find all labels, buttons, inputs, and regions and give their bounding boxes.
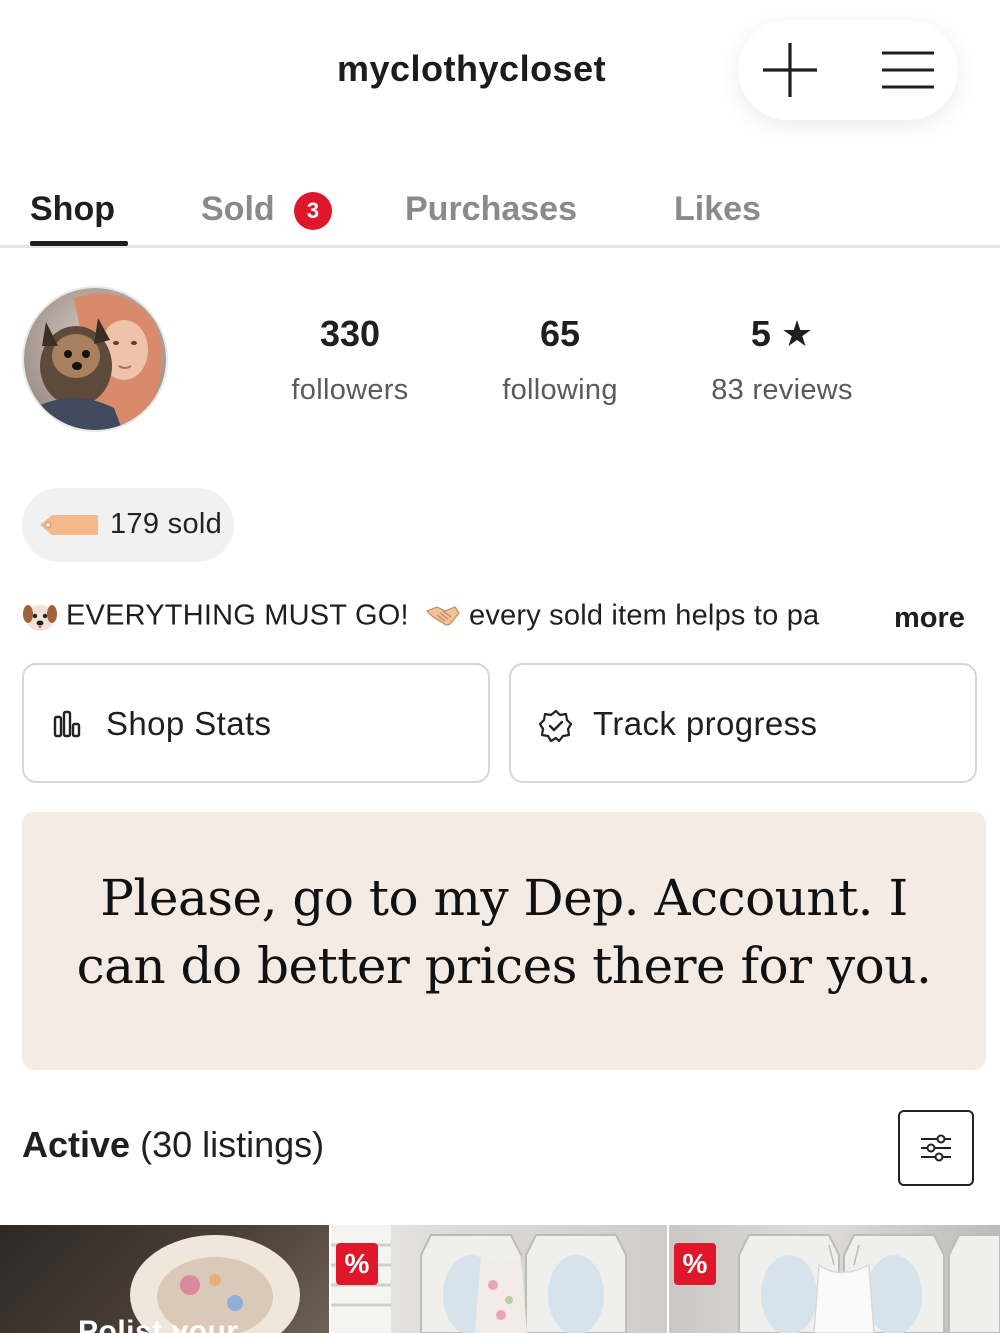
tab-shop[interactable]: Shop: [30, 190, 115, 229]
verified-badge-icon: [539, 709, 573, 743]
sold-count-badge: 3: [294, 192, 332, 230]
discount-badge: %: [674, 1243, 716, 1285]
listing-card[interactable]: Polist your: [0, 1225, 329, 1333]
listing-photo: [738, 1234, 1000, 1333]
track-progress-label: Track progress: [593, 705, 818, 742]
listing-overlay-text: Polist your: [78, 1315, 239, 1333]
filter-sliders-icon: [921, 1134, 951, 1162]
header: myclothycloset: [0, 0, 1000, 140]
listing-photo: [331, 1225, 627, 1333]
active-tab-indicator: [30, 241, 128, 246]
add-listing-button[interactable]: [760, 40, 820, 100]
tab-sold[interactable]: Sold: [201, 190, 275, 229]
following-count[interactable]: 65: [490, 313, 630, 355]
rating-value[interactable]: 5 ★: [712, 313, 852, 355]
sold-count-pill: 179 sold: [22, 488, 234, 562]
active-listings-title: Active (30 listings): [22, 1124, 324, 1166]
banner-message: Please, go to my Dep. Account. I can do …: [76, 869, 932, 995]
dog-face-icon: [23, 605, 57, 631]
avatar[interactable]: [22, 286, 168, 432]
profile-tabs: Shop Sold Purchases Likes: [0, 178, 1000, 248]
hamburger-menu-icon: [882, 51, 934, 89]
shop-stats-label: Shop Stats: [106, 705, 272, 742]
price-tag-icon: [40, 515, 98, 535]
shop-stats-button[interactable]: Shop Stats: [22, 663, 490, 783]
shop-banner: Please, go to my Dep. Account. I can do …: [22, 812, 986, 1070]
bar-chart-icon: [53, 710, 81, 738]
bio-text-secondary: every sold item helps to pa: [469, 599, 820, 632]
plus-icon: [763, 43, 817, 97]
track-progress-button[interactable]: Track progress: [509, 663, 977, 783]
username-title: myclothycloset: [337, 48, 607, 89]
followers-count[interactable]: 330: [280, 313, 420, 355]
listings-grid: Polist your % %: [0, 1225, 1000, 1333]
sold-count-label: 179 sold: [110, 508, 223, 540]
handshake-icon: [425, 606, 460, 626]
header-actions: [738, 20, 958, 120]
following-label[interactable]: following: [480, 374, 640, 407]
bio-text-primary: EVERYTHING MUST GO!: [66, 599, 409, 632]
listings-count: (30 listings): [140, 1124, 325, 1165]
shop-bio: EVERYTHING MUST GO! every sold item help…: [22, 598, 982, 642]
bio-more-link[interactable]: more: [880, 598, 965, 642]
tab-purchases[interactable]: Purchases: [405, 190, 577, 229]
menu-button[interactable]: [878, 40, 938, 100]
filter-button[interactable]: [898, 1110, 974, 1186]
active-label: Active: [22, 1124, 131, 1165]
listing-card[interactable]: %: [331, 1225, 667, 1333]
reviews-label[interactable]: 83 reviews: [690, 374, 874, 407]
listing-card[interactable]: %: [669, 1225, 1000, 1333]
followers-label[interactable]: followers: [270, 374, 430, 407]
tab-likes[interactable]: Likes: [674, 190, 761, 229]
avatar-photo: [24, 288, 166, 430]
discount-badge: %: [336, 1243, 378, 1285]
